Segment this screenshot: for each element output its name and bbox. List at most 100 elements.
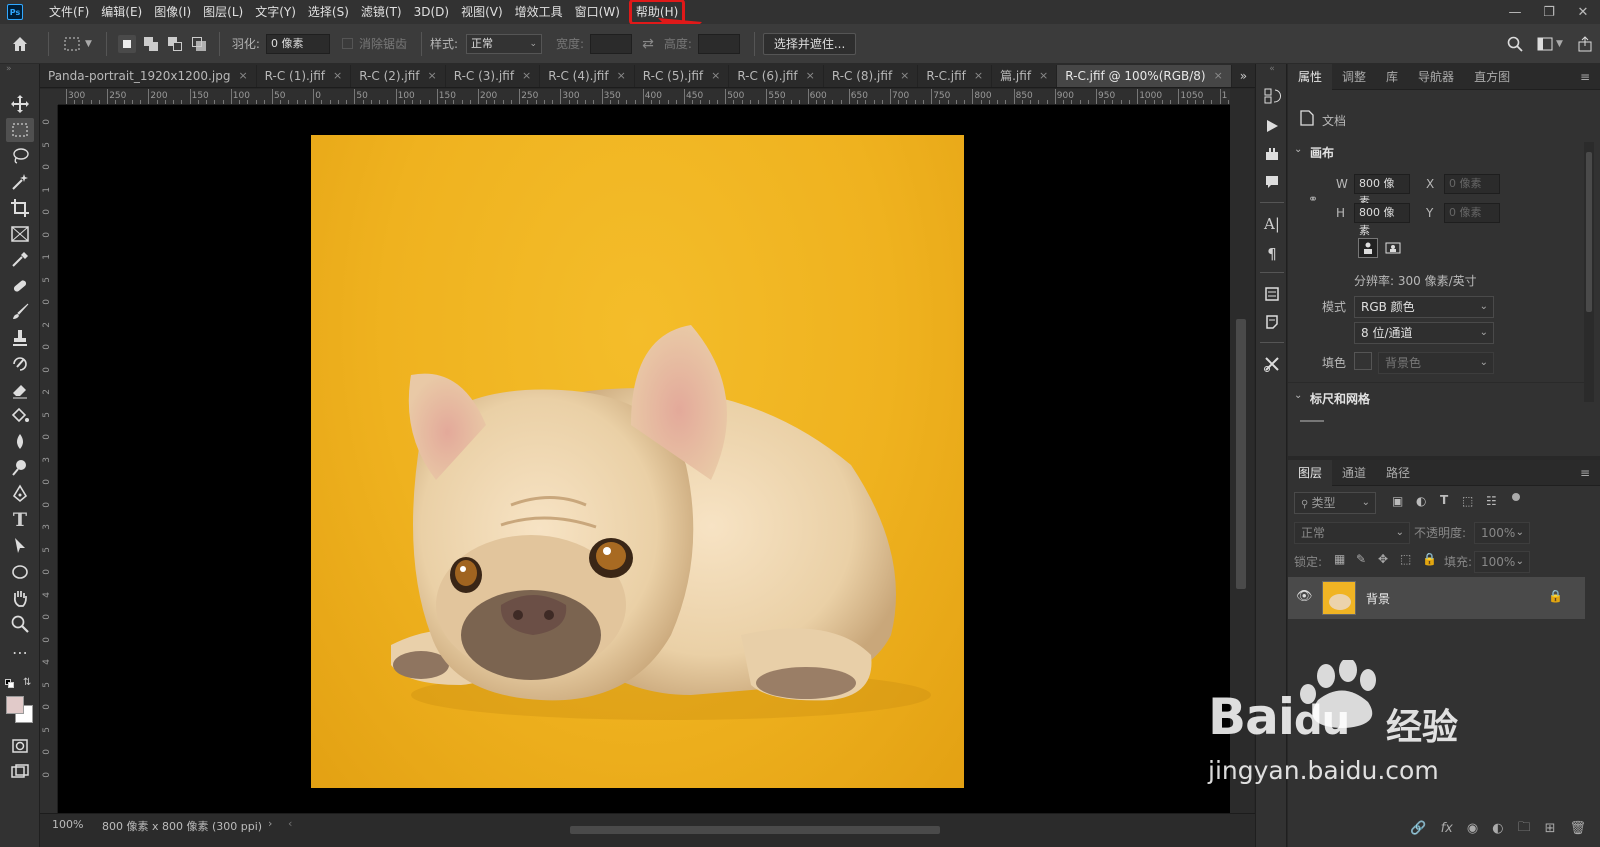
canvas-section-chevron-icon[interactable]: ⌄ (1294, 144, 1302, 155)
layer-row-background[interactable]: 👁 背景 🔒 (1288, 577, 1585, 619)
doc-tab-active[interactable]: R-C.jfif @ 100%(RGB/8) × (1057, 65, 1232, 87)
landscape-orientation-icon[interactable] (1384, 240, 1402, 256)
bit-depth-select[interactable]: 8 位/通道 ⌄ (1354, 322, 1494, 344)
crop-tool-icon[interactable] (6, 196, 34, 220)
rulers-section-chevron-icon[interactable]: ⌄ (1294, 390, 1302, 401)
doc-tab[interactable]: R-C (1).jfif × (257, 65, 352, 87)
menu-plugins[interactable]: 增效工具 (509, 0, 569, 24)
tab-channels[interactable]: 通道 (1332, 460, 1376, 486)
ellipse-tool-icon[interactable] (6, 560, 34, 584)
properties-panel-icon[interactable] (1262, 284, 1282, 304)
tab-adjustments[interactable]: 调整 (1332, 64, 1376, 90)
feather-input[interactable]: 0 像素 (265, 33, 330, 54)
layers-menu-icon[interactable]: ≡ (1580, 466, 1600, 480)
filter-type-icon[interactable]: T (1440, 493, 1448, 507)
tab-histogram[interactable]: 直方图 (1464, 64, 1520, 90)
lock-position-icon[interactable]: ✥ (1378, 552, 1388, 566)
character-panel-icon[interactable]: A| (1262, 214, 1282, 234)
adjustment-layer-icon[interactable]: ◐ (1492, 821, 1503, 836)
comments-icon[interactable] (1262, 172, 1282, 192)
paint-bucket-tool-icon[interactable] (6, 404, 34, 428)
lasso-tool-icon[interactable] (6, 144, 34, 168)
menu-layer[interactable]: 图层(L) (197, 0, 249, 24)
filter-adjustment-icon[interactable]: ◐ (1416, 494, 1426, 508)
history-brush-tool-icon[interactable] (6, 352, 34, 376)
paragraph-panel-icon[interactable]: ¶ (1262, 244, 1282, 264)
type-tool-icon[interactable]: T (6, 508, 34, 532)
collapse-icon[interactable]: » (6, 64, 12, 74)
home-icon[interactable] (0, 35, 40, 53)
filter-toggle-icon[interactable] (1512, 493, 1520, 501)
fill-swatch[interactable] (1354, 352, 1372, 370)
tab-navigator[interactable]: 导航器 (1408, 64, 1464, 90)
swap-icon[interactable]: ⇄ (642, 36, 654, 52)
antialias-checkbox[interactable] (341, 38, 353, 49)
workspace-icon[interactable]: ▼ (1530, 37, 1570, 51)
hand-tool-icon[interactable] (6, 586, 34, 610)
height-field[interactable]: 800 像素 (1354, 203, 1410, 237)
eraser-tool-icon[interactable] (6, 378, 34, 402)
filter-pixel-icon[interactable]: ▣ (1392, 494, 1403, 508)
horizontal-scrollbar-thumb[interactable] (570, 826, 940, 834)
doc-tab[interactable]: Panda-portrait_1920x1200.jpg × (40, 65, 257, 87)
dodge-tool-icon[interactable] (6, 456, 34, 480)
portrait-orientation-icon[interactable] (1358, 238, 1378, 258)
frame-tool-icon[interactable] (6, 222, 34, 246)
fill-select[interactable]: 背景色 ⌄ (1378, 352, 1494, 374)
rect-marquee-preset-icon[interactable]: ▼ (57, 36, 98, 52)
default-colors-icon[interactable] (5, 679, 15, 689)
doc-tab[interactable]: R-C (6).jfif × (729, 65, 824, 87)
menu-type[interactable]: 文字(Y) (249, 0, 302, 24)
blend-mode-select[interactable]: 正常 ⌄ (1294, 522, 1410, 544)
height-input[interactable] (697, 33, 740, 54)
layer-filter-select[interactable]: ⚲ 类型 ⌄ (1294, 492, 1376, 514)
menu-image[interactable]: 图像(I) (148, 0, 197, 24)
fx-icon[interactable]: fx (1441, 821, 1453, 836)
visibility-eye-icon[interactable]: 👁 (1296, 589, 1313, 604)
zoom-tool-icon[interactable] (6, 612, 34, 636)
panel-menu-icon[interactable]: ≡ (1580, 70, 1600, 84)
vertical-scrollbar-thumb[interactable] (1236, 319, 1246, 589)
close-icon[interactable]: × (806, 65, 815, 87)
width-input[interactable] (590, 33, 633, 54)
lock-pixels-icon[interactable]: ✎ (1356, 552, 1366, 566)
new-group-icon[interactable]: 🗀 (1518, 818, 1531, 840)
screen-mode-icon[interactable] (6, 760, 34, 784)
close-icon[interactable]: × (428, 65, 437, 87)
y-field[interactable]: 0 像素 (1444, 203, 1500, 223)
plugins-icon[interactable] (1262, 144, 1282, 164)
doc-tab[interactable]: R-C (5).jfif × (635, 65, 730, 87)
close-icon[interactable]: × (974, 65, 983, 87)
intersect-selection-icon[interactable] (190, 35, 208, 53)
new-selection-icon[interactable] (117, 34, 136, 53)
new-layer-icon[interactable]: ⊞ (1545, 821, 1556, 836)
canvas-area[interactable] (58, 105, 1230, 813)
pen-tool-icon[interactable] (6, 482, 34, 506)
properties-scrollbar[interactable] (1584, 142, 1594, 402)
x-field[interactable]: 0 像素 (1444, 174, 1500, 194)
width-field[interactable]: 800 像素 (1354, 174, 1410, 208)
info-menu-icon[interactable]: › (268, 817, 272, 830)
search-icon[interactable] (1500, 36, 1530, 52)
notes-panel-icon[interactable] (1262, 312, 1282, 332)
healing-brush-tool-icon[interactable] (6, 274, 34, 298)
doc-tab[interactable]: R-C.jfif × (918, 65, 993, 87)
close-icon[interactable]: × (333, 65, 342, 87)
close-icon[interactable]: × (238, 65, 247, 87)
menu-view[interactable]: 视图(V) (455, 0, 509, 24)
filter-shape-icon[interactable]: ⬚ (1462, 494, 1473, 508)
menu-file[interactable]: 文件(F) (43, 0, 95, 24)
blur-tool-icon[interactable] (6, 430, 34, 454)
menu-window[interactable]: 窗口(W) (569, 0, 626, 24)
doc-tab[interactable]: R-C (3).jfif × (446, 65, 541, 87)
add-mask-icon[interactable]: ◉ (1467, 821, 1478, 836)
path-selection-tool-icon[interactable] (6, 534, 34, 558)
close-icon[interactable]: × (1214, 65, 1223, 87)
scroll-left-icon[interactable]: ‹ (288, 817, 292, 830)
share-icon[interactable] (1570, 35, 1600, 52)
delete-layer-icon[interactable]: 🗑 (1569, 821, 1586, 836)
eyedropper-tool-icon[interactable] (6, 248, 34, 272)
tab-properties[interactable]: 属性 (1288, 63, 1333, 90)
magic-wand-tool-icon[interactable] (6, 170, 34, 194)
close-icon[interactable]: × (900, 65, 909, 87)
